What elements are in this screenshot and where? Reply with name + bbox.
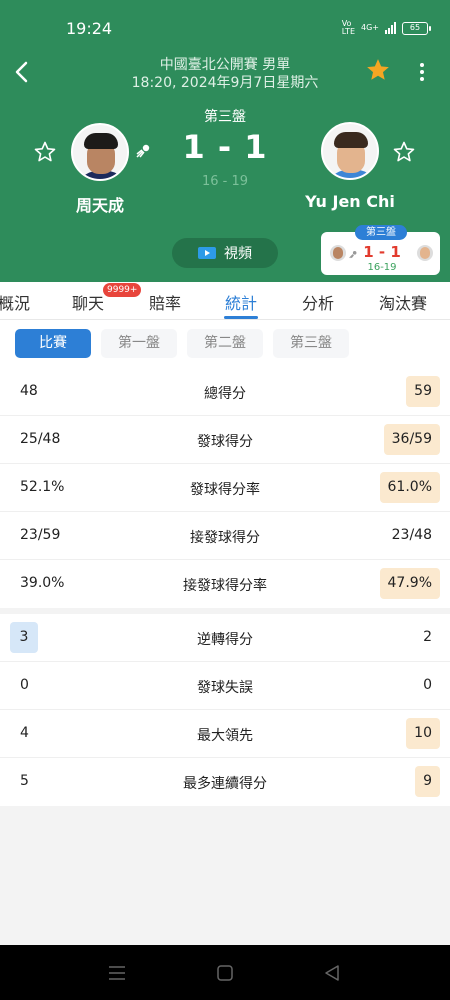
stat-right-value: 10 bbox=[406, 718, 440, 749]
stat-label: 最多連續得分 bbox=[183, 776, 267, 792]
table-row: 39.0% 接發球得分率 47.9% bbox=[0, 560, 450, 608]
table-row: 52.1% 發球得分率 61.0% bbox=[0, 464, 450, 512]
stat-right-value: 9 bbox=[415, 766, 440, 797]
set-score: 16 - 19 bbox=[201, 174, 249, 189]
match-title: 中國臺北公開賽 男單 bbox=[159, 57, 291, 73]
stat-left-value: 0 bbox=[20, 677, 29, 693]
stat-right-value: 47.9% bbox=[379, 568, 440, 599]
stat-right-value: 36/59 bbox=[383, 424, 440, 455]
stat-left-value: 5 bbox=[20, 773, 29, 789]
stat-left-value: 4 bbox=[20, 725, 29, 741]
stat-right-value: 61.0% bbox=[379, 472, 440, 503]
status-time: 19:24 bbox=[66, 19, 113, 38]
table-row: 25/48 發球得分 36/59 bbox=[0, 416, 450, 464]
subtab-set3[interactable]: 第三盤 bbox=[273, 329, 349, 358]
stat-left-value: 48 bbox=[20, 383, 38, 399]
follow-star-icon[interactable] bbox=[392, 140, 416, 164]
active-tab-indicator bbox=[224, 316, 258, 319]
stat-left-value: 23/59 bbox=[20, 527, 61, 543]
chat-count-badge: 9999+ bbox=[103, 283, 142, 297]
tab-bar: 概況 聊天 賠率 統計 分析 淘汰賽 bbox=[0, 282, 450, 320]
tab-knockout[interactable]: 淘汰賽 bbox=[379, 290, 427, 314]
match-datetime: 18:20, 2024年9月7日星期六 bbox=[131, 75, 319, 91]
table-row: 48 總得分 59 bbox=[0, 368, 450, 416]
player-name-left[interactable]: 周天成 bbox=[20, 192, 180, 216]
stat-label: 發球得分 bbox=[197, 434, 253, 450]
mini-shuttlecock-icon bbox=[349, 251, 357, 259]
stat-right-value: 0 bbox=[423, 677, 432, 693]
stat-label: 接發球得分率 bbox=[183, 578, 267, 594]
stat-label: 逆轉得分 bbox=[197, 632, 253, 648]
video-label: 視頻 bbox=[224, 246, 252, 262]
table-row: 5 最多連續得分 9 bbox=[0, 758, 450, 806]
home-icon[interactable] bbox=[216, 964, 234, 982]
stat-label: 接發球得分 bbox=[190, 530, 260, 546]
stat-left-value: 3 bbox=[10, 622, 38, 653]
signal-icon bbox=[385, 22, 396, 34]
subtab-set2[interactable]: 第二盤 bbox=[187, 329, 263, 358]
stat-label: 總得分 bbox=[204, 386, 246, 402]
status-bar: 19:24 Vo LTE 4G+ 65 bbox=[0, 0, 450, 52]
video-button[interactable]: 視頻 bbox=[172, 238, 278, 268]
stat-left-value: 52.1% bbox=[20, 479, 65, 495]
table-row: 4 最大領先 10 bbox=[0, 710, 450, 758]
network-gen-label: 4G+ bbox=[361, 23, 379, 32]
video-play-icon bbox=[198, 247, 216, 259]
mini-set-score: 16-19 bbox=[367, 262, 397, 273]
player-name-right[interactable]: Yu Jen Chi bbox=[270, 192, 430, 211]
set-filter-bar: 比賽 第一盤 第二盤 第三盤 bbox=[0, 320, 450, 368]
stat-right-value: 59 bbox=[406, 376, 440, 407]
subtab-set1[interactable]: 第一盤 bbox=[101, 329, 177, 358]
stat-label: 發球得分率 bbox=[190, 482, 260, 498]
match-score: 1 - 1 bbox=[182, 128, 268, 166]
subtab-match[interactable]: 比賽 bbox=[15, 329, 91, 358]
table-row: 3 逆轉得分 2 bbox=[0, 614, 450, 662]
volte-icon: Vo LTE bbox=[341, 19, 355, 36]
player-avatar-left[interactable] bbox=[71, 123, 129, 181]
battery-icon: 65 bbox=[402, 21, 431, 35]
stats-group-other: 3 逆轉得分 2 0 發球失誤 0 4 最大領先 10 5 最多連續得分 9 bbox=[0, 614, 450, 806]
system-nav-bar bbox=[0, 945, 450, 1000]
serving-shuttlecock-icon bbox=[136, 144, 150, 158]
stat-label: 最大領先 bbox=[197, 728, 253, 744]
stat-left-value: 25/48 bbox=[20, 431, 61, 447]
menu-icon[interactable] bbox=[108, 965, 126, 981]
table-row: 0 發球失誤 0 bbox=[0, 662, 450, 710]
match-header: 19:24 Vo LTE 4G+ 65 中國臺北公開賽 男單 18:20, 202… bbox=[0, 0, 450, 282]
stat-right-value: 2 bbox=[423, 629, 432, 645]
back-nav-icon[interactable] bbox=[323, 964, 341, 982]
follow-star-icon[interactable] bbox=[33, 140, 57, 164]
stat-label: 發球失誤 bbox=[197, 680, 253, 696]
back-icon[interactable] bbox=[10, 57, 34, 87]
stat-right-value: 23/48 bbox=[391, 527, 432, 543]
player-avatar-right[interactable] bbox=[321, 122, 379, 180]
tab-overview[interactable]: 概況 bbox=[0, 290, 30, 314]
tab-chat[interactable]: 聊天 bbox=[72, 290, 104, 314]
current-set-label: 第三盤 bbox=[204, 109, 246, 125]
stat-left-value: 39.0% bbox=[20, 575, 65, 591]
table-row: 23/59 接發球得分 23/48 bbox=[0, 512, 450, 560]
favorite-star-icon[interactable] bbox=[365, 57, 391, 83]
mini-avatar-right bbox=[417, 245, 433, 261]
system-icons: Vo LTE 4G+ 65 bbox=[341, 19, 431, 36]
mini-score: 1 - 1 bbox=[363, 243, 401, 261]
stats-group-scoring: 48 總得分 59 25/48 發球得分 36/59 52.1% 發球得分率 6… bbox=[0, 368, 450, 608]
tab-stats[interactable]: 統計 bbox=[225, 290, 257, 314]
tab-odds[interactable]: 賠率 bbox=[149, 290, 181, 314]
tab-analysis[interactable]: 分析 bbox=[302, 290, 334, 314]
more-options-icon[interactable] bbox=[416, 60, 428, 84]
mini-avatar-left bbox=[330, 245, 346, 261]
mini-set-tag: 第三盤 bbox=[355, 225, 407, 240]
